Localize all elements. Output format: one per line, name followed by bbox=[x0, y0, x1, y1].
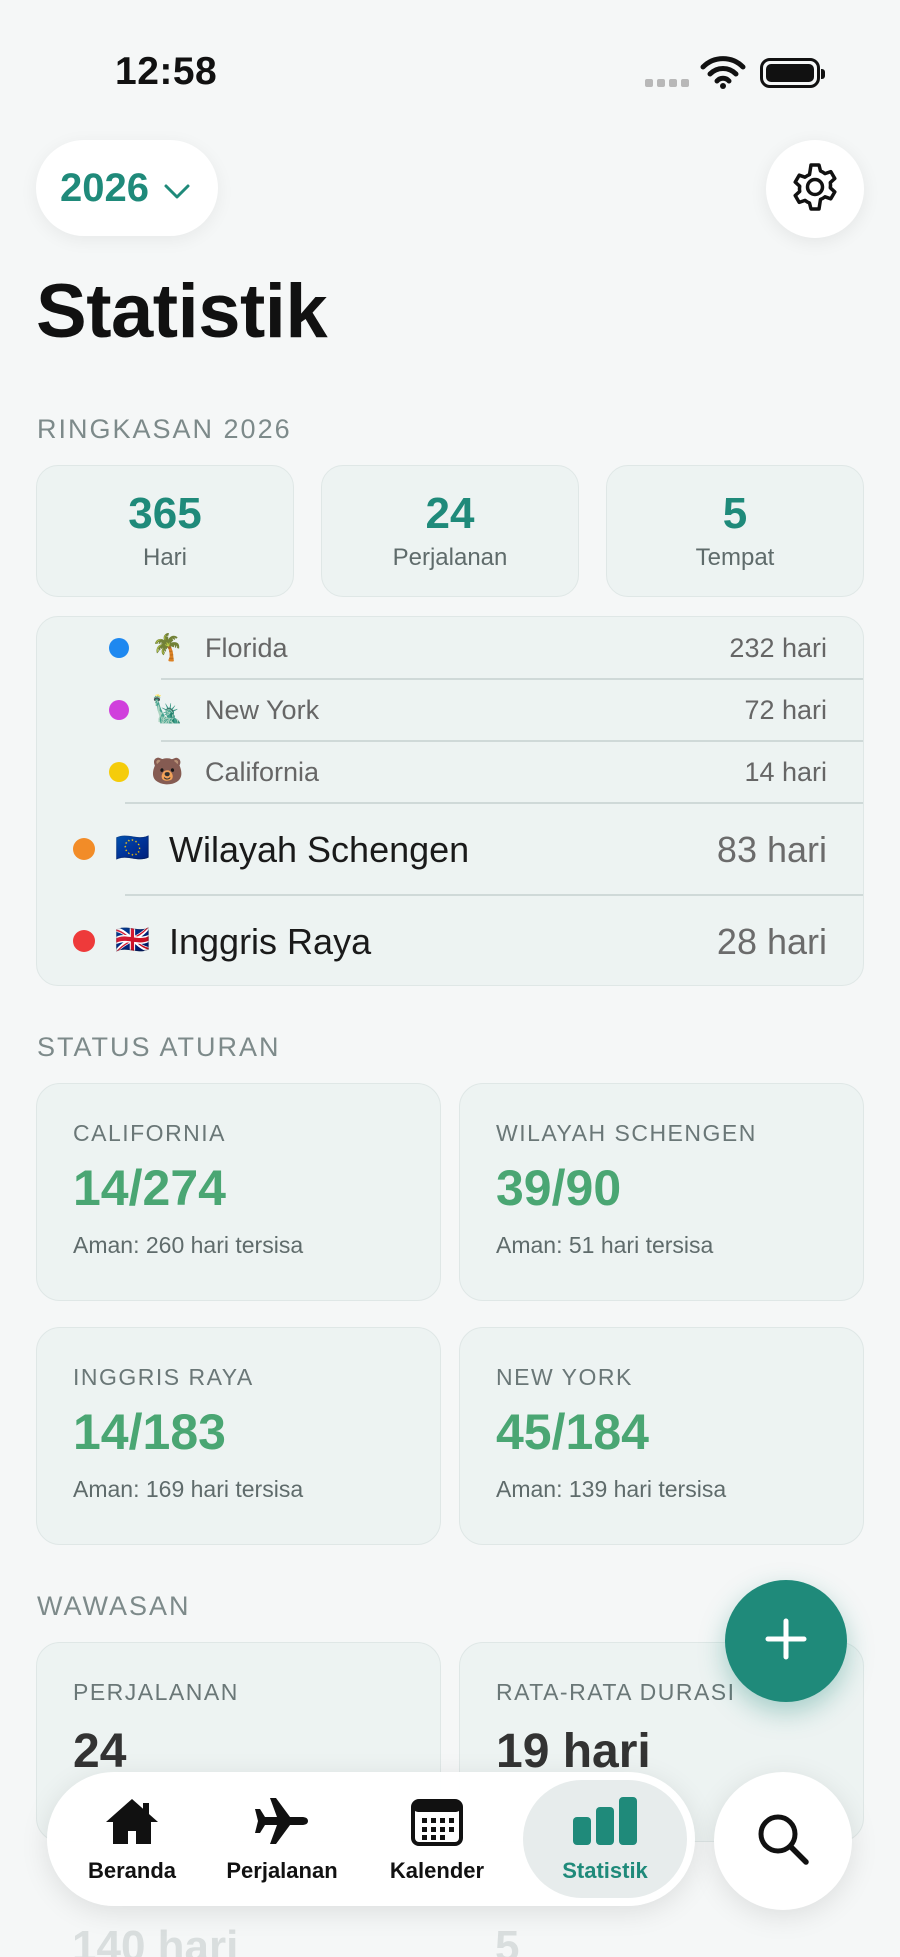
rule-card-california[interactable]: CALIFORNIA 14/274 Aman: 260 hari tersisa bbox=[36, 1083, 441, 1301]
insights-section-label: WAWASAN bbox=[37, 1591, 191, 1621]
tab-label: Kalender bbox=[389, 1857, 485, 1883]
tab-bar: Beranda Perjalanan Kalender Statistik bbox=[47, 1772, 695, 1906]
tab-label: Beranda bbox=[87, 1857, 177, 1883]
region-row-new-york[interactable]: 🗽 New York 72 hari bbox=[37, 679, 863, 741]
tab-statistik[interactable]: Statistik bbox=[523, 1780, 687, 1898]
bar-chart-icon bbox=[571, 1795, 639, 1852]
tab-label: Statistik bbox=[562, 1857, 648, 1883]
summary-value: 24 bbox=[425, 488, 475, 538]
rule-remaining: Aman: 260 hari tersisa bbox=[73, 1232, 304, 1258]
eu-flag-icon: 🇪🇺 bbox=[115, 832, 150, 863]
summary-label: Hari bbox=[142, 544, 187, 572]
region-row-california[interactable]: 🐻 California 14 hari bbox=[37, 741, 863, 803]
summary-value: 5 bbox=[722, 488, 748, 538]
insight-value: 19 hari bbox=[496, 1725, 651, 1778]
search-button[interactable] bbox=[714, 1772, 852, 1910]
rule-card-new-york[interactable]: NEW YORK 45/184 Aman: 139 hari tersisa bbox=[459, 1327, 864, 1545]
tab-perjalanan[interactable]: Perjalanan bbox=[207, 1772, 357, 1906]
settings-button[interactable] bbox=[766, 140, 864, 238]
gear-icon bbox=[788, 160, 842, 219]
uk-flag-icon: 🇬🇧 bbox=[115, 924, 150, 955]
rules-section-label: STATUS ATURAN bbox=[37, 1032, 281, 1062]
insight-title: PERJALANAN bbox=[73, 1679, 239, 1705]
summary-label: Tempat bbox=[695, 544, 775, 572]
rule-value: 14/183 bbox=[73, 1404, 226, 1460]
rule-remaining: Aman: 169 hari tersisa bbox=[73, 1476, 304, 1502]
region-days: 232 hari bbox=[729, 633, 827, 663]
cellular-signal-icon bbox=[645, 79, 689, 87]
summary-section-label: RINGKASAN 2026 bbox=[37, 414, 292, 444]
region-row-schengen[interactable]: 🇪🇺 Wilayah Schengen 83 hari bbox=[37, 803, 863, 895]
palm-tree-icon: 🌴 bbox=[151, 632, 184, 662]
region-color-dot bbox=[109, 700, 129, 720]
region-color-dot bbox=[109, 638, 129, 658]
bear-icon: 🐻 bbox=[151, 756, 184, 786]
region-name: Inggris Raya bbox=[169, 921, 372, 962]
region-name: Wilayah Schengen bbox=[169, 829, 470, 870]
region-days: 14 hari bbox=[744, 757, 827, 787]
battery-icon bbox=[760, 58, 825, 88]
summary-label: Perjalanan bbox=[392, 544, 508, 572]
region-name: California bbox=[205, 757, 320, 787]
rule-value: 45/184 bbox=[496, 1404, 649, 1460]
region-color-dot bbox=[73, 930, 95, 952]
region-name: Florida bbox=[205, 633, 288, 663]
summary-value: 365 bbox=[128, 488, 202, 538]
rule-value: 39/90 bbox=[496, 1160, 622, 1216]
region-days: 72 hari bbox=[744, 695, 827, 725]
region-row-united-kingdom[interactable]: 🇬🇧 Inggris Raya 28 hari bbox=[37, 895, 863, 985]
insight-value-faded: 140 hari bbox=[72, 1922, 239, 1957]
rule-card-united-kingdom[interactable]: INGGRIS RAYA 14/183 Aman: 169 hari tersi… bbox=[36, 1327, 441, 1545]
year-label: 2026 bbox=[60, 165, 149, 210]
plus-icon bbox=[764, 1617, 808, 1666]
calendar-icon bbox=[410, 1795, 464, 1852]
rule-title: WILAYAH SCHENGEN bbox=[496, 1120, 757, 1146]
insight-value-faded: 5 bbox=[495, 1922, 520, 1957]
tab-label: Perjalanan bbox=[226, 1857, 338, 1883]
region-days: 83 hari bbox=[716, 829, 827, 870]
rule-remaining: Aman: 51 hari tersisa bbox=[496, 1232, 714, 1258]
region-color-dot bbox=[109, 762, 129, 782]
region-color-dot bbox=[73, 838, 95, 860]
year-selector[interactable]: 2026 bbox=[36, 140, 218, 236]
statue-of-liberty-icon: 🗽 bbox=[151, 694, 184, 724]
chevron-down-icon bbox=[163, 166, 191, 211]
status-time: 12:58 bbox=[115, 50, 218, 93]
airplane-icon bbox=[252, 1795, 312, 1852]
page-title: Statistik bbox=[36, 269, 328, 354]
rule-value: 14/274 bbox=[73, 1160, 226, 1216]
summary-card-days: 365 Hari bbox=[36, 465, 294, 597]
tab-beranda[interactable]: Beranda bbox=[65, 1772, 199, 1906]
insight-value: 24 bbox=[73, 1725, 127, 1778]
region-name: New York bbox=[205, 695, 320, 725]
rule-card-schengen[interactable]: WILAYAH SCHENGEN 39/90 Aman: 51 hari ter… bbox=[459, 1083, 864, 1301]
rule-remaining: Aman: 139 hari tersisa bbox=[496, 1476, 727, 1502]
region-days: 28 hari bbox=[716, 921, 827, 962]
summary-card-places: 5 Tempat bbox=[606, 465, 864, 597]
summary-card-trips: 24 Perjalanan bbox=[321, 465, 579, 597]
rule-title: INGGRIS RAYA bbox=[73, 1364, 254, 1390]
region-row-florida[interactable]: 🌴 Florida 232 hari bbox=[37, 617, 863, 679]
wifi-icon bbox=[700, 54, 746, 95]
rule-title: CALIFORNIA bbox=[73, 1120, 227, 1146]
region-list: 🌴 Florida 232 hari 🗽 New York 72 hari 🐻 … bbox=[36, 616, 864, 986]
tab-kalender[interactable]: Kalender bbox=[367, 1772, 507, 1906]
rule-title: NEW YORK bbox=[496, 1364, 633, 1390]
house-icon bbox=[103, 1795, 161, 1852]
search-icon bbox=[755, 1811, 811, 1872]
add-trip-button[interactable] bbox=[725, 1580, 847, 1702]
